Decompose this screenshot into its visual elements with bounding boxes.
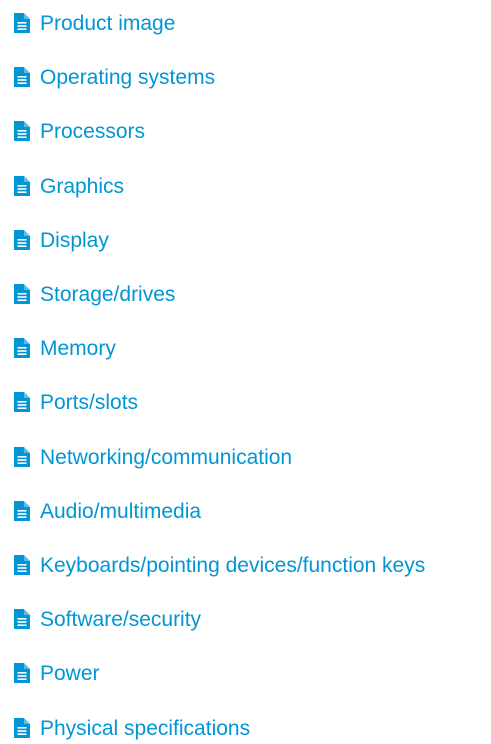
spec-link-13[interactable]: Power <box>12 658 100 688</box>
spec-link-5[interactable]: Display <box>12 225 109 255</box>
spec-link-label: Memory <box>40 336 116 360</box>
spec-link-4[interactable]: Graphics <box>12 171 124 201</box>
document-icon <box>12 499 32 523</box>
spec-link-label: Ports/slots <box>40 390 139 414</box>
spec-link-3[interactable]: Processors <box>12 116 145 146</box>
spec-link-label: Storage/drives <box>40 282 176 306</box>
spec-link-2[interactable]: Operating systems <box>12 62 215 92</box>
spec-link-label: Display <box>40 228 109 252</box>
spec-link-label: Software/security <box>40 607 202 631</box>
document-icon <box>12 445 32 469</box>
document-icon <box>12 282 32 306</box>
spec-link-label: Physical specifications <box>40 716 251 740</box>
spec-link-14[interactable]: Physical specifications <box>12 713 250 743</box>
spec-link-12[interactable]: Software/security <box>12 604 201 634</box>
document-icon <box>12 336 32 360</box>
spec-link-7[interactable]: Memory <box>12 333 116 363</box>
spec-link-8[interactable]: Ports/slots <box>12 387 138 417</box>
document-icon <box>12 228 32 252</box>
document-icon <box>12 174 32 198</box>
document-icon <box>12 119 32 143</box>
document-icon <box>12 716 32 740</box>
spec-link-label: Audio/multimedia <box>40 499 202 523</box>
document-icon <box>12 661 32 685</box>
spec-link-6[interactable]: Storage/drives <box>12 279 175 309</box>
spec-link-1[interactable]: Product image <box>12 8 175 38</box>
spec-link-label: Networking/communication <box>40 445 293 469</box>
spec-link-9[interactable]: Networking/communication <box>12 442 292 472</box>
document-icon <box>12 553 32 577</box>
spec-link-label: Operating systems <box>40 65 216 89</box>
spec-link-label: Graphics <box>40 174 125 198</box>
spec-link-10[interactable]: Audio/multimedia <box>12 496 201 526</box>
document-icon <box>12 390 32 414</box>
spec-link-label: Power <box>40 661 100 685</box>
spec-link-11[interactable]: Keyboards/pointing devices/function keys <box>12 550 425 580</box>
document-icon <box>12 65 32 89</box>
spec-link-label: Processors <box>40 119 146 143</box>
document-icon <box>12 11 32 35</box>
spec-link-label: Product image <box>40 11 176 35</box>
document-icon <box>12 607 32 631</box>
spec-link-label: Keyboards/pointing devices/function keys <box>40 553 426 577</box>
